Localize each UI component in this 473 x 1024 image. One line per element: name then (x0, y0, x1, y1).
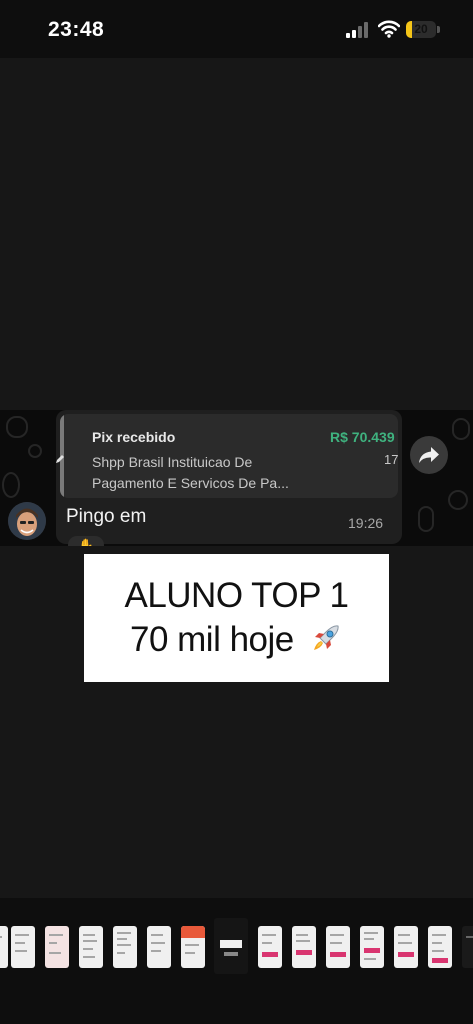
wallpaper-doodle (28, 444, 42, 458)
thumbnail[interactable] (147, 926, 171, 968)
thumbnail[interactable] (462, 926, 473, 968)
thumbnail[interactable] (79, 926, 103, 968)
message-text: Pingo em (66, 506, 147, 527)
thumbnail[interactable] (45, 926, 69, 968)
chat-message-bubble[interactable]: Pix recebido R$ 70.439 Shpp Brasil Insti… (56, 410, 402, 546)
thumbnail[interactable] (11, 926, 35, 968)
wallpaper-doodle (6, 416, 28, 438)
thumbnail[interactable] (0, 926, 8, 968)
battery-icon: 20 (406, 21, 436, 38)
message-time: 19:26 (348, 515, 384, 531)
caption-subline-text: 70 mil hoje (130, 620, 294, 659)
pix-time-fragment: 17 (384, 452, 398, 467)
thumbnail[interactable] (181, 926, 205, 968)
avatar-image (8, 502, 46, 540)
chat-screenshot: Pix recebido R$ 70.439 Shpp Brasil Insti… (0, 410, 473, 546)
thumbnail[interactable] (326, 926, 350, 968)
battery-level: 20 (414, 22, 428, 36)
pencil-icon (56, 455, 64, 463)
cellular-signal-icon (346, 22, 370, 38)
pix-title: Pix recebido (92, 429, 176, 445)
thumbnail-current[interactable] (214, 918, 248, 974)
wallpaper-doodle (448, 490, 468, 510)
avatar[interactable] (8, 502, 46, 540)
wallpaper-doodle (2, 472, 20, 498)
forward-arrow-icon (419, 447, 439, 463)
battery-tip (437, 26, 440, 33)
pix-description: Shpp Brasil Instituicao De Pagamento E S… (92, 454, 289, 491)
status-time: 23:48 (48, 18, 105, 41)
thumbnail[interactable] (292, 926, 316, 968)
thumbnail[interactable] (113, 926, 137, 968)
thumbnail[interactable] (258, 926, 282, 968)
quoted-payment-notification[interactable]: Pix recebido R$ 70.439 Shpp Brasil Insti… (60, 414, 398, 498)
thumbnail[interactable] (360, 926, 384, 968)
thumbnail[interactable] (428, 926, 452, 968)
caption-headline: ALUNO TOP 1 (124, 576, 349, 615)
forward-button[interactable] (410, 436, 448, 474)
rocket-icon (314, 625, 339, 650)
status-bar: 23:48 20 (0, 0, 473, 58)
thumbnail[interactable] (394, 926, 418, 968)
thumbnail-strip[interactable] (0, 898, 473, 1024)
wallpaper-doodle (452, 418, 470, 440)
pix-amount: R$ 70.439 (330, 429, 395, 445)
wallpaper-doodle (418, 506, 434, 532)
wifi-icon (378, 20, 400, 38)
caption-subline: 70 mil hoje (84, 620, 389, 660)
caption-card: ALUNO TOP 1 70 mil hoje (84, 554, 389, 682)
hand-emoji-icon[interactable]: ✋ (68, 536, 104, 546)
